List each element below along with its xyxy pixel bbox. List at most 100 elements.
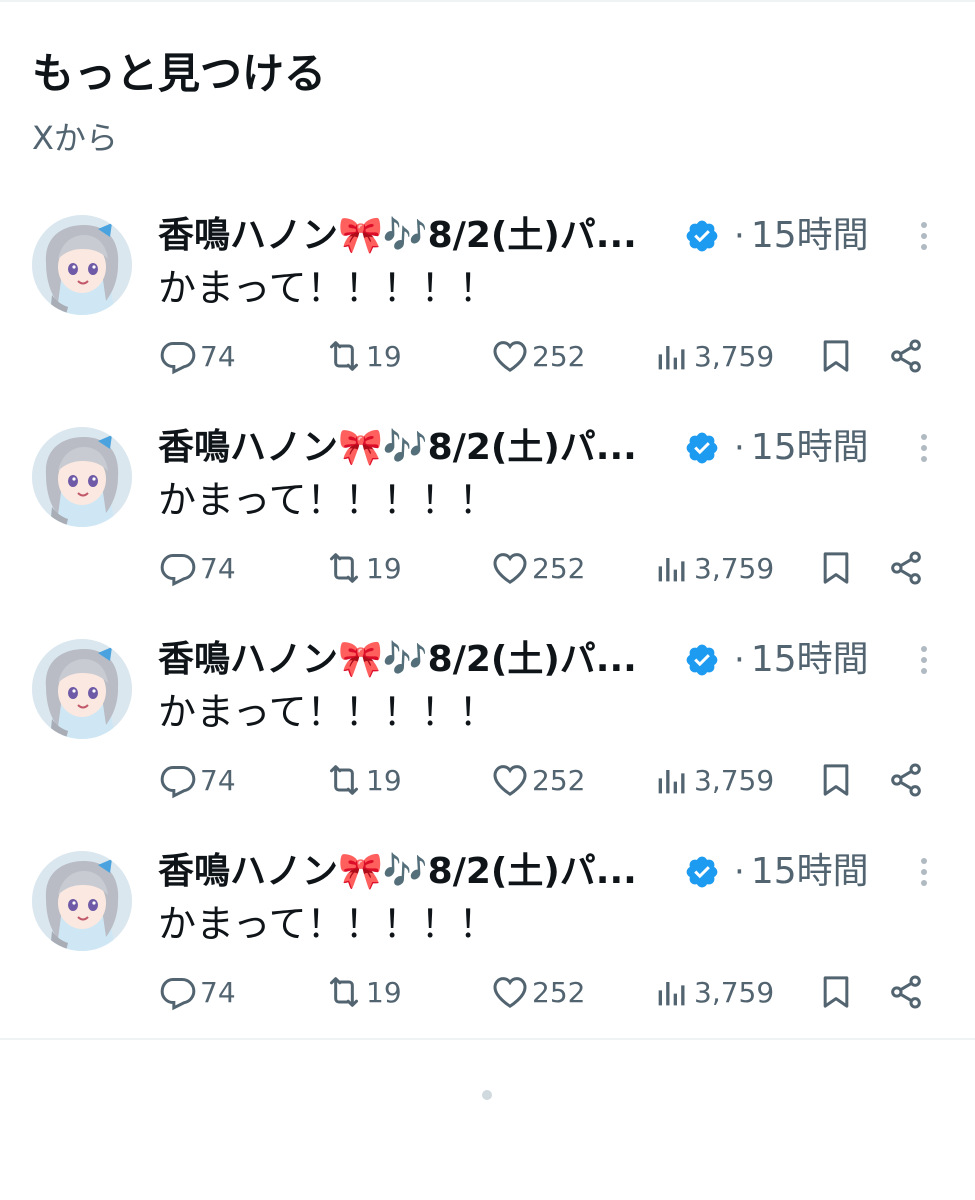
post-header: 香鳴ハノン🎀🎶8/2(土)パ... · 15時間: [158, 846, 869, 898]
display-name[interactable]: 香鳴ハノン🎀🎶8/2(土)パ...: [158, 210, 678, 262]
post-header: 香鳴ハノン🎀🎶8/2(土)パ... · 15時間: [158, 210, 869, 262]
share-button[interactable]: [886, 546, 926, 590]
more-icon[interactable]: [906, 854, 942, 890]
post-timestamp[interactable]: 15時間: [751, 846, 869, 898]
reply-icon: [158, 972, 198, 1012]
action-bar: 74 19 252 3,759: [158, 970, 938, 1014]
views-count: 3,759: [694, 551, 775, 585]
like-button[interactable]: 252: [490, 334, 585, 378]
bookmark-button[interactable]: [816, 334, 856, 378]
reply-count: 74: [200, 339, 236, 373]
heart-icon: [490, 548, 530, 588]
loading-indicator: [482, 1090, 492, 1100]
bookmark-icon: [816, 336, 856, 376]
display-name[interactable]: 香鳴ハノン🎀🎶8/2(土)パ...: [158, 846, 678, 898]
views-count: 3,759: [694, 339, 775, 373]
post-card[interactable]: 香鳴ハノン🎀🎶8/2(土)パ... · 15時間 かまって！！！！！ 74 19…: [0, 834, 975, 1046]
views-button[interactable]: 3,759: [652, 334, 774, 378]
views-button[interactable]: 3,759: [652, 970, 774, 1014]
post-timestamp[interactable]: 15時間: [751, 210, 869, 262]
retweet-button[interactable]: 19: [324, 334, 402, 378]
separator-dot: ·: [734, 852, 745, 892]
post-card[interactable]: 香鳴ハノン🎀🎶8/2(土)パ... · 15時間 かまって！！！！！ 74 19…: [0, 410, 975, 622]
like-button[interactable]: 252: [490, 546, 585, 590]
separator-dot: ·: [734, 216, 745, 256]
post-card[interactable]: 香鳴ハノン🎀🎶8/2(土)パ... · 15時間 かまって！！！！！ 74 19…: [0, 622, 975, 834]
avatar[interactable]: [32, 215, 132, 315]
retweet-count: 19: [366, 975, 402, 1009]
views-button[interactable]: 3,759: [652, 758, 774, 802]
bookmark-button[interactable]: [816, 758, 856, 802]
views-icon: [652, 760, 692, 800]
views-icon: [652, 548, 692, 588]
action-bar: 74 19 252 3,759: [158, 334, 938, 378]
bookmark-button[interactable]: [816, 970, 856, 1014]
like-count: 252: [532, 339, 586, 373]
heart-icon: [490, 972, 530, 1012]
share-button[interactable]: [886, 334, 926, 378]
reply-button[interactable]: 74: [158, 546, 236, 590]
retweet-count: 19: [366, 763, 402, 797]
retweet-button[interactable]: 19: [324, 758, 402, 802]
like-count: 252: [532, 975, 586, 1009]
bookmark-button[interactable]: [816, 546, 856, 590]
bookmark-icon: [816, 760, 856, 800]
post-text: かまって！！！！！: [158, 478, 497, 522]
reply-button[interactable]: 74: [158, 334, 236, 378]
views-icon: [652, 972, 692, 1012]
share-icon: [886, 760, 926, 800]
bookmark-icon: [816, 548, 856, 588]
section-subtitle: Xから: [32, 119, 118, 157]
retweet-button[interactable]: 19: [324, 970, 402, 1014]
retweet-icon: [324, 972, 364, 1012]
heart-icon: [490, 336, 530, 376]
views-button[interactable]: 3,759: [652, 546, 774, 590]
reply-icon: [158, 760, 198, 800]
reply-icon: [158, 336, 198, 376]
post-feed: 香鳴ハノン🎀🎶8/2(土)パ... · 15時間 かまって！！！！！ 74 19…: [0, 198, 975, 1046]
post-card[interactable]: 香鳴ハノン🎀🎶8/2(土)パ... · 15時間 かまって！！！！！ 74 19…: [0, 198, 975, 410]
reply-button[interactable]: 74: [158, 970, 236, 1014]
verified-badge-icon: [684, 854, 720, 890]
section-header: もっと見つける Xから: [32, 44, 932, 158]
post-text: かまって！！！！！: [158, 266, 497, 310]
retweet-icon: [324, 760, 364, 800]
post-timestamp[interactable]: 15時間: [751, 634, 869, 686]
share-icon: [886, 972, 926, 1012]
reply-count: 74: [200, 975, 236, 1009]
share-icon: [886, 336, 926, 376]
like-button[interactable]: 252: [490, 970, 585, 1014]
retweet-count: 19: [366, 339, 402, 373]
section-title: もっと見つける: [32, 49, 327, 98]
like-count: 252: [532, 551, 586, 585]
display-name[interactable]: 香鳴ハノン🎀🎶8/2(土)パ...: [158, 634, 678, 686]
retweet-icon: [324, 336, 364, 376]
verified-badge-icon: [684, 642, 720, 678]
action-bar: 74 19 252 3,759: [158, 546, 938, 590]
post-header: 香鳴ハノン🎀🎶8/2(土)パ... · 15時間: [158, 422, 869, 474]
share-icon: [886, 548, 926, 588]
separator-dot: ·: [734, 640, 745, 680]
reply-button[interactable]: 74: [158, 758, 236, 802]
avatar[interactable]: [32, 851, 132, 951]
more-icon[interactable]: [906, 430, 942, 466]
views-icon: [652, 336, 692, 376]
share-button[interactable]: [886, 970, 926, 1014]
like-button[interactable]: 252: [490, 758, 585, 802]
bottom-divider: [0, 1038, 975, 1040]
verified-badge-icon: [684, 218, 720, 254]
retweet-button[interactable]: 19: [324, 546, 402, 590]
views-count: 3,759: [694, 975, 775, 1009]
display-name[interactable]: 香鳴ハノン🎀🎶8/2(土)パ...: [158, 422, 678, 474]
avatar[interactable]: [32, 427, 132, 527]
avatar[interactable]: [32, 639, 132, 739]
post-timestamp[interactable]: 15時間: [751, 422, 869, 474]
verified-badge-icon: [684, 430, 720, 466]
post-text: かまって！！！！！: [158, 690, 497, 734]
more-icon[interactable]: [906, 218, 942, 254]
share-button[interactable]: [886, 758, 926, 802]
top-divider: [0, 0, 975, 2]
more-icon[interactable]: [906, 642, 942, 678]
action-bar: 74 19 252 3,759: [158, 758, 938, 802]
like-count: 252: [532, 763, 586, 797]
